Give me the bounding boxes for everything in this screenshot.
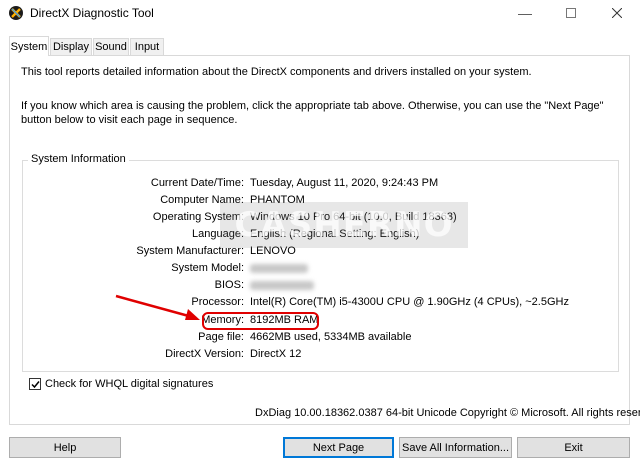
info-row-directx-version: DirectX Version: DirectX 12 <box>60 348 620 362</box>
whql-checkbox[interactable] <box>29 378 41 390</box>
row-value: DirectX 12 <box>250 348 302 360</box>
minimize-button[interactable]: — <box>502 0 548 26</box>
info-row-date: Current Date/Time: Tuesday, August 11, 2… <box>60 177 620 191</box>
whql-checkbox-label: Check for WHQL digital signatures <box>45 378 214 390</box>
directx-logo-icon <box>8 5 24 21</box>
watermark: CASHERNO <box>220 202 468 248</box>
row-value-redacted <box>250 262 308 274</box>
tab-system[interactable]: System <box>9 36 49 56</box>
instructions-text: If you know which area is causing the pr… <box>21 100 604 126</box>
intro-text: This tool reports detailed information a… <box>21 66 532 78</box>
tab-input[interactable]: Input <box>130 38 164 55</box>
memory-highlight <box>202 312 319 330</box>
copyright-text: DxDiag 10.00.18362.0387 64-bit Unicode C… <box>255 407 640 419</box>
row-label: Current Date/Time: <box>150 177 244 189</box>
maximize-icon <box>566 5 576 21</box>
checkmark-icon <box>31 381 40 389</box>
row-label: BIOS: <box>214 279 244 291</box>
row-label: DirectX Version: <box>165 348 244 360</box>
close-icon <box>611 5 623 21</box>
row-value: Intel(R) Core(TM) i5-4300U CPU @ 1.90GHz… <box>250 296 569 308</box>
tab-display[interactable]: Display <box>50 38 92 55</box>
title-bar: DirectX Diagnostic Tool — <box>0 0 640 26</box>
minimize-icon: — <box>518 5 532 21</box>
row-value: 4662MB used, 5334MB available <box>250 331 412 343</box>
save-all-information-button[interactable]: Save All Information... <box>399 437 512 458</box>
group-title: System Information <box>28 153 129 165</box>
next-page-button[interactable]: Next Page <box>283 437 394 458</box>
exit-button[interactable]: Exit <box>517 437 630 458</box>
row-label: System Model: <box>171 262 244 274</box>
close-button[interactable] <box>594 0 640 26</box>
row-label: Page file: <box>198 331 244 343</box>
info-row-model: System Model: <box>60 262 620 276</box>
maximize-button[interactable] <box>548 0 594 26</box>
info-row-page-file: Page file: 4662MB used, 5334MB available <box>60 331 620 345</box>
annotation-arrow-icon <box>115 294 200 320</box>
row-value-redacted <box>250 279 314 291</box>
window-title: DirectX Diagnostic Tool <box>30 6 154 20</box>
tab-sound[interactable]: Sound <box>93 38 129 55</box>
help-button[interactable]: Help <box>9 437 121 458</box>
row-value: Tuesday, August 11, 2020, 9:24:43 PM <box>250 177 439 189</box>
